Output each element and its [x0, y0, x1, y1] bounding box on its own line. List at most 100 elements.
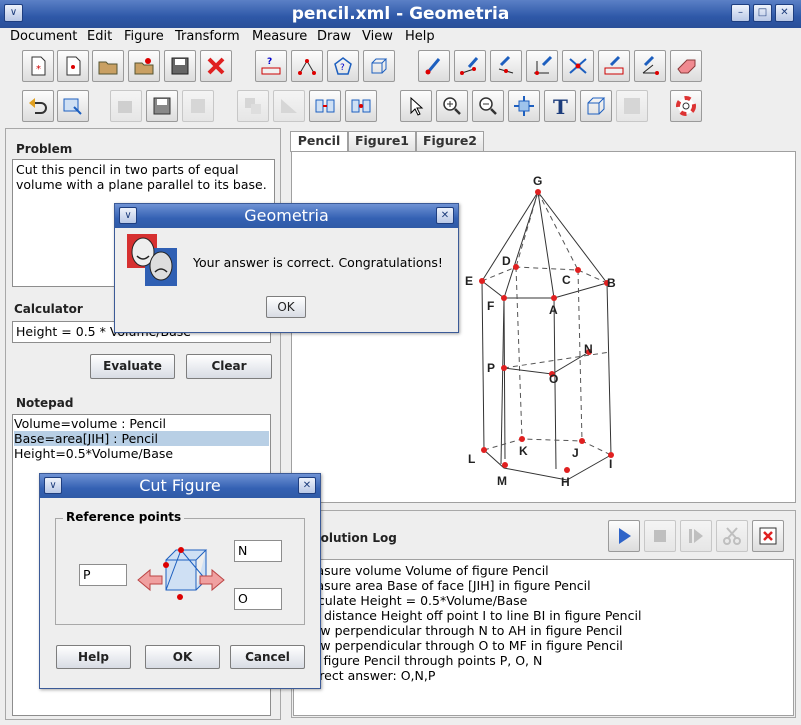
dialog-close-button[interactable]: ✕	[298, 477, 316, 494]
copy-figure-icon	[118, 101, 132, 113]
cut-cube-icon	[136, 544, 226, 607]
cut-cancel-button[interactable]: Cancel	[230, 645, 305, 669]
label-I: I	[609, 457, 612, 471]
tab-figure2[interactable]: Figure2	[416, 131, 484, 151]
select-figure-button[interactable]	[57, 90, 89, 122]
evaluate-button[interactable]: Evaluate	[90, 354, 175, 379]
translate-button[interactable]	[237, 90, 269, 122]
open-button[interactable]	[92, 50, 124, 82]
point1-field[interactable]: P	[79, 564, 127, 586]
measure-distance-button[interactable]: ?	[255, 50, 287, 82]
draw-point-button[interactable]	[418, 50, 450, 82]
log-line: Draw perpendicular through O to MF in fi…	[298, 638, 623, 653]
open-figure-icon	[134, 58, 154, 75]
undo-button[interactable]	[22, 90, 54, 122]
notepad-line[interactable]: Volume=volume : Pencil	[14, 416, 269, 431]
measure-area-button[interactable]: ?	[327, 50, 359, 82]
point3-field[interactable]: O	[234, 588, 282, 610]
menu-measure[interactable]: Measure	[252, 29, 307, 44]
log-stop-button[interactable]	[644, 520, 676, 552]
open-figure-button[interactable]	[128, 50, 160, 82]
rotate-button[interactable]	[273, 90, 305, 122]
fit-view-button[interactable]	[508, 90, 540, 122]
point2-field[interactable]: N	[234, 540, 282, 562]
measure-angle-button[interactable]	[291, 50, 323, 82]
reflect-plane-icon	[315, 99, 335, 113]
delete-button[interactable]	[200, 50, 232, 82]
tab-pencil[interactable]: Pencil	[290, 131, 348, 152]
label-F: F	[487, 299, 494, 313]
draw-perpendicular-button[interactable]	[526, 50, 558, 82]
theater-masks-icon	[127, 234, 179, 291]
congrats-dialog: ∨ Geometria ✕ Your answer is correct. Co…	[114, 203, 459, 333]
lay-distance-button[interactable]	[598, 50, 630, 82]
cut-ok-button[interactable]: OK	[145, 645, 220, 669]
delete-figure-icon	[191, 99, 205, 113]
help-lifebuoy-button[interactable]	[670, 90, 702, 122]
menu-draw[interactable]: Draw	[317, 29, 351, 44]
menu-figure[interactable]: Figure	[124, 29, 164, 44]
minimize-button[interactable]: –	[731, 4, 750, 22]
measure-angle-icon	[298, 59, 316, 75]
pen-angle-icon	[642, 55, 659, 75]
cut-dialog-titlebar: ∨ Cut Figure ✕	[40, 474, 320, 498]
dialog-close-button[interactable]: ✕	[436, 207, 454, 224]
log-step-button[interactable]	[680, 520, 712, 552]
log-line: Measure area Base of face [JIH] in figur…	[298, 578, 591, 593]
menu-document[interactable]: Document	[10, 29, 77, 44]
dialog-menu-button[interactable]: ∨	[44, 477, 62, 494]
solution-log-text[interactable]: Measure volume Volume of figure Pencil M…	[293, 559, 794, 716]
dialog-menu-button[interactable]: ∨	[119, 207, 137, 224]
tab-figure1[interactable]: Figure1	[348, 131, 416, 151]
cut-help-button[interactable]: Help	[56, 645, 131, 669]
log-cut-button[interactable]	[716, 520, 748, 552]
delete-figure-button[interactable]	[182, 90, 214, 122]
new-figure-button[interactable]	[57, 50, 89, 82]
eraser-button[interactable]	[670, 50, 702, 82]
label-D: D	[502, 254, 511, 268]
label-C: C	[562, 273, 571, 287]
save-figure-button[interactable]	[146, 90, 178, 122]
clear-button[interactable]: Clear	[186, 354, 272, 379]
log-play-button[interactable]	[608, 520, 640, 552]
svg-text:*: *	[36, 64, 41, 75]
grid-view-icon	[624, 98, 640, 114]
close-window-button[interactable]: ✕	[775, 4, 794, 22]
log-delete-button[interactable]	[752, 520, 784, 552]
window-title: pencil.xml - Geometria	[291, 4, 510, 24]
play-icon	[619, 528, 631, 544]
maximize-button[interactable]: □	[753, 4, 772, 22]
delete-x-icon	[759, 527, 777, 545]
reflect-point-button[interactable]	[345, 90, 377, 122]
draw-intersection-button[interactable]	[562, 50, 594, 82]
reflect-plane-button[interactable]	[309, 90, 341, 122]
congrats-ok-button[interactable]: OK	[266, 296, 306, 318]
measure-ruler-icon: ?	[261, 57, 281, 75]
cursor-arrow-icon	[410, 96, 424, 116]
congrats-message: Your answer is correct. Congratulations!	[193, 255, 443, 270]
measure-volume-button[interactable]	[363, 50, 395, 82]
select-tool-button[interactable]	[400, 90, 432, 122]
select-figure-icon	[63, 98, 82, 115]
text-tool-button[interactable]: T	[544, 90, 576, 122]
label-H: H	[561, 475, 570, 489]
cube-view-button[interactable]	[580, 90, 612, 122]
draw-midpoint-button[interactable]	[490, 50, 522, 82]
menu-transform[interactable]: Transform	[175, 29, 240, 44]
draw-angle-button[interactable]	[634, 50, 666, 82]
toolbar-top: * ? ?	[0, 47, 801, 87]
menu-help[interactable]: Help	[405, 29, 435, 44]
draw-segment-button[interactable]	[454, 50, 486, 82]
open-folder-icon	[98, 61, 118, 75]
cut-figure-dialog: ∨ Cut Figure ✕ Reference points P N O He…	[39, 473, 321, 689]
menu-view[interactable]: View	[362, 29, 393, 44]
new-document-button[interactable]: *	[22, 50, 54, 82]
notepad-line-selected[interactable]: Base=area[JIH] : Pencil	[14, 431, 269, 446]
save-button[interactable]	[164, 50, 196, 82]
menu-edit[interactable]: Edit	[87, 29, 112, 44]
zoom-out-button[interactable]	[472, 90, 504, 122]
grid-view-button[interactable]	[616, 90, 648, 122]
notepad-line[interactable]: Height=0.5*Volume/Base	[14, 446, 269, 461]
copy-figure-button[interactable]	[110, 90, 142, 122]
zoom-in-button[interactable]	[436, 90, 468, 122]
